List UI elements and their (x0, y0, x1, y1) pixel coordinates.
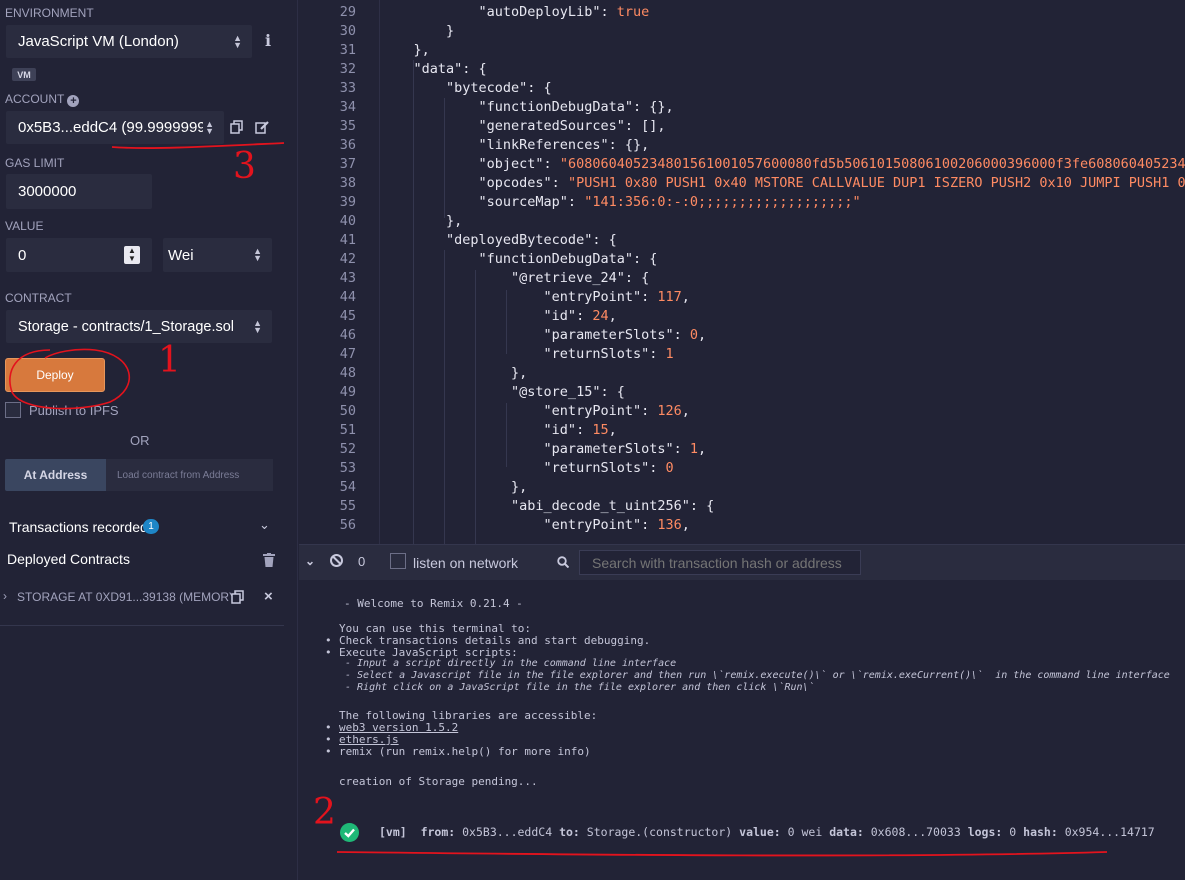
code-line[interactable]: "entryPoint": 136, (381, 517, 690, 533)
code-line[interactable]: "returnSlots": 0 (381, 460, 674, 476)
deployed-contract-name: STORAGE AT 0XD91...39138 (MEMORY (17, 590, 237, 604)
code-line[interactable]: "generatedSources": [], (381, 118, 666, 134)
code-line[interactable]: }, (381, 365, 527, 381)
deploy-run-panel: ENVIRONMENT JavaScript VM (London) ▲ ▼ i … (0, 0, 298, 880)
terminal-toolbar: ⌄ 0 listen on network (299, 544, 1185, 580)
code-line[interactable]: "abi_decode_t_uint256": { (381, 498, 714, 514)
pending-text: creation of Storage pending... (339, 775, 538, 788)
code-line[interactable]: "sourceMap": "141:356:0:-:0;;;;;;;;;;;;;… (381, 194, 861, 210)
code-line[interactable]: "parameterSlots": 1, (381, 441, 707, 457)
code-line[interactable]: "linkReferences": {}, (381, 137, 650, 153)
code-line[interactable]: }, (381, 479, 527, 495)
line-number: 29 (339, 4, 356, 20)
line-number: 47 (339, 346, 356, 362)
line-number: 43 (339, 270, 356, 286)
line-number: 45 (339, 308, 356, 324)
clear-console-icon[interactable] (330, 554, 343, 567)
line-number: 32 (339, 61, 356, 77)
listen-network-label: listen on network (413, 555, 519, 571)
load-contract-input[interactable]: Load contract from Address (106, 459, 273, 491)
line-number: 42 (339, 251, 356, 267)
line-number: 34 (339, 99, 356, 115)
collapse-terminal-icon[interactable]: ⌄ (305, 554, 315, 568)
line-number: 33 (339, 80, 356, 96)
code-line[interactable]: "bytecode": { (381, 80, 552, 96)
transaction-search-input[interactable] (579, 550, 861, 575)
line-number: 30 (339, 23, 356, 39)
line-number: 36 (339, 137, 356, 153)
code-line[interactable]: "opcodes": "PUSH1 0x80 PUSH1 0x40 MSTORE… (381, 175, 1185, 191)
chevron-down-icon[interactable]: ⌄ (259, 517, 270, 533)
line-number: 53 (339, 460, 356, 476)
code-line[interactable]: "deployedBytecode": { (381, 232, 617, 248)
line-number: 38 (339, 175, 356, 191)
transactions-count-badge: 1 (143, 519, 159, 534)
code-line[interactable]: "@retrieve_24": { (381, 270, 649, 286)
line-number: 44 (339, 289, 356, 305)
code-line[interactable]: "object": "60806040523480156100105760008… (381, 156, 1185, 172)
copy-icon[interactable] (231, 590, 245, 604)
code-line[interactable]: "id": 15, (381, 422, 617, 438)
bullet: • (325, 745, 332, 758)
transactions-recorded-label[interactable]: Transactions recorded (9, 519, 148, 535)
deployed-contracts-label: Deployed Contracts (7, 551, 130, 567)
terminal-output: - Welcome to Remix 0.21.4 - You can use … (299, 580, 1185, 880)
code-line[interactable]: "parameterSlots": 0, (381, 327, 707, 343)
code-line[interactable]: "entryPoint": 126, (381, 403, 690, 419)
listen-network-checkbox[interactable] (390, 553, 406, 569)
line-number: 55 (339, 498, 356, 514)
line-number: 41 (339, 232, 356, 248)
code-line[interactable]: } (381, 23, 454, 39)
line-number: 49 (339, 384, 356, 400)
annotation-underline (336, 851, 1108, 857)
code-line[interactable]: }, (381, 213, 462, 229)
code-line[interactable]: "returnSlots": 1 (381, 346, 674, 362)
code-editor[interactable]: 29 "autoDeployLib": true 30 } 31 }, 32 "dat… (299, 0, 1185, 544)
trash-icon[interactable] (263, 553, 275, 567)
line-number: 48 (339, 365, 356, 381)
line-number: 39 (339, 194, 356, 210)
chevron-right-icon[interactable]: › (3, 589, 7, 603)
code-line[interactable]: "functionDebugData": {}, (381, 99, 674, 115)
line-number: 52 (339, 441, 356, 457)
at-address-button[interactable]: At Address (5, 459, 106, 491)
code-line[interactable]: "entryPoint": 117, (381, 289, 690, 305)
line-number: 40 (339, 213, 356, 229)
close-icon[interactable]: × (264, 588, 273, 605)
pending-count: 0 (358, 554, 366, 569)
code-line[interactable]: "id": 24, (381, 308, 617, 324)
annotation-one: 1 (158, 340, 181, 381)
terminal-sub-item: - Select a Javascript file in the file e… (345, 670, 1170, 681)
annotation-three: 3 (233, 146, 256, 187)
code-line[interactable]: "data": { (381, 61, 487, 77)
remix-help-text: remix (run remix.help() for more info) (339, 745, 591, 758)
line-number: 54 (339, 479, 356, 495)
search-icon (557, 555, 570, 569)
annotation-two: 2 (313, 792, 336, 833)
line-number: 35 (339, 118, 356, 134)
line-number: 51 (339, 422, 356, 438)
line-number: 50 (339, 403, 356, 419)
line-number: 46 (339, 327, 356, 343)
code-line[interactable]: "@store_15": { (381, 384, 625, 400)
code-line[interactable]: "functionDebugData": { (381, 251, 658, 267)
terminal-sub-item: - Right click on a JavaScript file in th… (345, 682, 815, 693)
deployed-contract-item[interactable]: › STORAGE AT 0XD91...39138 (MEMORY × (0, 578, 284, 626)
line-number: 31 (339, 42, 356, 58)
code-line[interactable]: }, (381, 42, 430, 58)
code-line[interactable]: "autoDeployLib": true (381, 4, 650, 20)
line-number: 37 (339, 156, 356, 172)
terminal-sub-item: - Input a script directly in the command… (345, 658, 677, 669)
annotation-marks (9, 142, 285, 410)
editor-gutter-divider (379, 0, 380, 544)
line-number: 56 (339, 517, 356, 533)
bullet: • (325, 646, 332, 659)
or-text: OR (130, 433, 150, 448)
welcome-text: - Welcome to Remix 0.21.4 - (344, 597, 523, 610)
